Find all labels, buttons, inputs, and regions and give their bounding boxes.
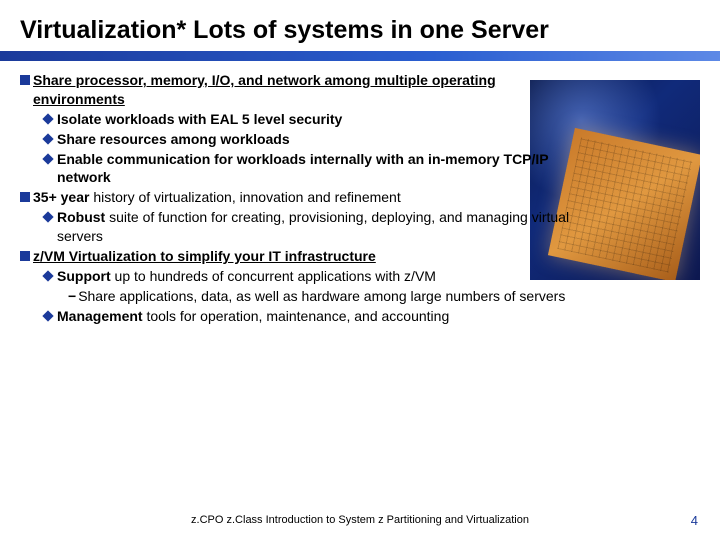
bullet-1b: Share resources among workloads xyxy=(57,130,290,149)
title-divider xyxy=(0,51,720,61)
bullet-1: Share processor, memory, I/O, and networ… xyxy=(33,71,570,109)
slide-title: Virtualization* Lots of systems in one S… xyxy=(0,0,720,51)
bullet-3: z/VM Virtualization to simplify your IT … xyxy=(33,247,376,266)
dash-bullet-icon: − xyxy=(68,287,76,306)
bullet-2-1: Robust suite of function for creating, p… xyxy=(57,208,570,246)
bullet-1c: Enable communication for workloads inter… xyxy=(57,150,570,188)
diamond-bullet-icon xyxy=(42,310,53,321)
bullet-2: 35+ year history of virtualization, inno… xyxy=(33,188,401,207)
bullet-3-1-1: Share applications, data, as well as har… xyxy=(78,287,565,306)
bullet-3-2: Management tools for operation, maintena… xyxy=(57,307,449,326)
diamond-bullet-icon xyxy=(42,212,53,223)
diamond-bullet-icon xyxy=(42,153,53,164)
bullet-3-1: Support up to hundreds of concurrent app… xyxy=(57,267,436,286)
square-bullet-icon xyxy=(20,75,30,85)
square-bullet-icon xyxy=(20,192,30,202)
diamond-bullet-icon xyxy=(42,133,53,144)
page-number: 4 xyxy=(691,513,698,528)
slide-body: Share processor, memory, I/O, and networ… xyxy=(0,61,720,326)
diamond-bullet-icon xyxy=(42,270,53,281)
bullet-1a: Isolate workloads with EAL 5 level secur… xyxy=(57,110,342,129)
square-bullet-icon xyxy=(20,251,30,261)
footer-text: z.CPO z.Class Introduction to System z P… xyxy=(0,514,720,526)
diamond-bullet-icon xyxy=(42,113,53,124)
